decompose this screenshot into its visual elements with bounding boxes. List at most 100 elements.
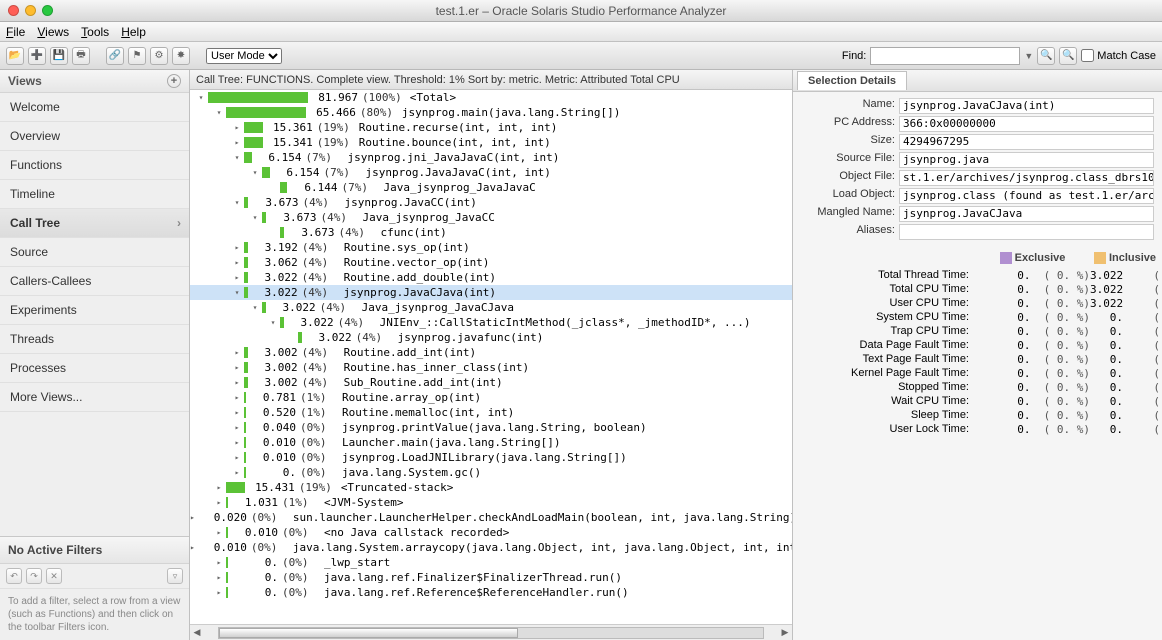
- expand-icon[interactable]: ▸: [232, 378, 242, 388]
- toolbar-gear-icon[interactable]: ⚙: [150, 47, 168, 65]
- call-tree-row[interactable]: ▸3.192(4%)Routine.sys_op(int): [190, 240, 792, 255]
- call-tree-row[interactable]: ▾6.154(7%)jsynprog.JavaJavaC(int, int): [190, 165, 792, 180]
- expand-icon[interactable]: ▸: [214, 528, 224, 538]
- call-tree-row[interactable]: ▸3.022(4%)Routine.add_double(int): [190, 270, 792, 285]
- expand-icon[interactable]: ▸: [232, 243, 242, 253]
- expand-icon[interactable]: ▸: [214, 498, 224, 508]
- expand-icon[interactable]: ▸: [232, 123, 242, 133]
- sidebar-item-more-views-[interactable]: More Views...: [0, 383, 189, 412]
- sidebar-item-welcome[interactable]: Welcome: [0, 93, 189, 122]
- selection-details-tab[interactable]: Selection Details: [797, 71, 907, 90]
- filter-remove-icon[interactable]: ✕: [46, 568, 62, 584]
- call-tree-row[interactable]: ▸0.520(1%)Routine.memalloc(int, int): [190, 405, 792, 420]
- call-tree-row[interactable]: ▸0.(0%)java.lang.ref.Finalizer$Finalizer…: [190, 570, 792, 585]
- close-window-button[interactable]: [8, 5, 19, 16]
- toolbar-link-icon[interactable]: 🔗: [106, 47, 124, 65]
- menu-help[interactable]: Help: [121, 25, 146, 39]
- collapse-icon[interactable]: ▾: [232, 153, 242, 163]
- add-view-icon[interactable]: +: [167, 74, 181, 88]
- find-prev-icon[interactable]: 🔍: [1037, 47, 1055, 65]
- expand-icon[interactable]: ▸: [214, 558, 224, 568]
- mode-select[interactable]: User Mode: [206, 48, 282, 64]
- expand-icon[interactable]: ▸: [214, 483, 224, 493]
- call-tree-row[interactable]: 3.022(4%)jsynprog.javafunc(int): [190, 330, 792, 345]
- expand-icon[interactable]: ▸: [190, 543, 195, 553]
- find-input[interactable]: [870, 47, 1020, 65]
- call-tree-row[interactable]: ▸0.(0%)java.lang.System.gc(): [190, 465, 792, 480]
- toolbar-open-icon[interactable]: 📂: [6, 47, 24, 65]
- expand-icon[interactable]: ▸: [214, 573, 224, 583]
- expand-icon[interactable]: ▸: [190, 513, 195, 523]
- call-tree-row[interactable]: ▸0.010(0%)jsynprog.LoadJNILibrary(java.l…: [190, 450, 792, 465]
- sidebar-item-source[interactable]: Source: [0, 238, 189, 267]
- collapse-icon[interactable]: ▾: [232, 288, 242, 298]
- expand-icon[interactable]: ▸: [232, 408, 242, 418]
- filter-undo-icon[interactable]: ↶: [6, 568, 22, 584]
- call-tree-row[interactable]: 6.144(7%)Java_jsynprog_JavaJavaC: [190, 180, 792, 195]
- toolbar-save-icon[interactable]: 💾: [50, 47, 68, 65]
- call-tree-row[interactable]: ▸0.(0%)java.lang.ref.Reference$Reference…: [190, 585, 792, 600]
- call-tree-row[interactable]: ▸0.010(0%)java.lang.System.arraycopy(jav…: [190, 540, 792, 555]
- filter-redo-icon[interactable]: ↷: [26, 568, 42, 584]
- zoom-window-button[interactable]: [42, 5, 53, 16]
- toolbar-add-icon[interactable]: ➕: [28, 47, 46, 65]
- expand-icon[interactable]: ▸: [232, 258, 242, 268]
- call-tree-row[interactable]: ▾3.022(4%)jsynprog.JavaCJava(int): [190, 285, 792, 300]
- expand-icon[interactable]: ▸: [232, 363, 242, 373]
- call-tree-row[interactable]: ▸15.361(19%)Routine.recurse(int, int, in…: [190, 120, 792, 135]
- match-case-checkbox[interactable]: Match Case: [1081, 49, 1156, 62]
- collapse-icon[interactable]: ▾: [250, 213, 260, 223]
- expand-icon[interactable]: ▸: [232, 273, 242, 283]
- toolbar-settings-icon[interactable]: ✸: [172, 47, 190, 65]
- sidebar-item-callers-callees[interactable]: Callers-Callees: [0, 267, 189, 296]
- collapse-icon[interactable]: ▾: [214, 108, 224, 118]
- sidebar-item-experiments[interactable]: Experiments: [0, 296, 189, 325]
- expand-icon[interactable]: ▸: [232, 468, 242, 478]
- collapse-icon[interactable]: ▾: [268, 318, 278, 328]
- collapse-icon[interactable]: ▾: [250, 168, 260, 178]
- call-tree-row[interactable]: ▸15.431(19%)<Truncated-stack>: [190, 480, 792, 495]
- collapse-icon[interactable]: ▾: [250, 303, 260, 313]
- call-tree-row[interactable]: ▸0.040(0%)jsynprog.printValue(java.lang.…: [190, 420, 792, 435]
- call-tree-row[interactable]: ▸0.781(1%)Routine.array_op(int): [190, 390, 792, 405]
- call-tree-row[interactable]: ▾6.154(7%)jsynprog.jni_JavaJavaC(int, in…: [190, 150, 792, 165]
- call-tree[interactable]: ▾81.967(100%)<Total>▾65.466(80%)jsynprog…: [190, 90, 792, 624]
- expand-icon[interactable]: ▸: [232, 423, 242, 433]
- sidebar-item-functions[interactable]: Functions: [0, 151, 189, 180]
- horizontal-scrollbar[interactable]: ◀▶: [190, 624, 792, 640]
- collapse-icon[interactable]: ▾: [232, 198, 242, 208]
- find-next-icon[interactable]: 🔍: [1059, 47, 1077, 65]
- call-tree-row[interactable]: ▾3.022(4%)JNIEnv_::CallStaticIntMethod(_…: [190, 315, 792, 330]
- toolbar-print-icon[interactable]: 🖶: [72, 47, 90, 65]
- toolbar-filter-icon[interactable]: ⚑: [128, 47, 146, 65]
- expand-icon[interactable]: ▸: [232, 453, 242, 463]
- menu-views[interactable]: Views: [37, 25, 69, 39]
- expand-icon[interactable]: ▸: [232, 348, 242, 358]
- sidebar-item-call-tree[interactable]: Call Tree: [0, 209, 189, 238]
- call-tree-row[interactable]: ▸3.002(4%)Routine.add_int(int): [190, 345, 792, 360]
- call-tree-row[interactable]: ▾81.967(100%)<Total>: [190, 90, 792, 105]
- call-tree-row[interactable]: ▸0.020(0%)sun.launcher.LauncherHelper.ch…: [190, 510, 792, 525]
- menu-file[interactable]: File: [6, 25, 25, 39]
- call-tree-row[interactable]: ▸3.062(4%)Routine.vector_op(int): [190, 255, 792, 270]
- call-tree-row[interactable]: ▸0.010(0%)Launcher.main(java.lang.String…: [190, 435, 792, 450]
- call-tree-row[interactable]: ▾65.466(80%)jsynprog.main(java.lang.Stri…: [190, 105, 792, 120]
- call-tree-row[interactable]: ▸3.002(4%)Routine.has_inner_class(int): [190, 360, 792, 375]
- expand-icon[interactable]: ▸: [232, 393, 242, 403]
- expand-icon[interactable]: ▸: [232, 438, 242, 448]
- sidebar-item-timeline[interactable]: Timeline: [0, 180, 189, 209]
- call-tree-row[interactable]: ▸15.341(19%)Routine.bounce(int, int, int…: [190, 135, 792, 150]
- call-tree-row[interactable]: ▾3.673(4%)Java_jsynprog_JavaCC: [190, 210, 792, 225]
- collapse-icon[interactable]: ▾: [196, 93, 206, 103]
- sidebar-item-threads[interactable]: Threads: [0, 325, 189, 354]
- call-tree-row[interactable]: ▸1.031(1%)<JVM-System>: [190, 495, 792, 510]
- minimize-window-button[interactable]: [25, 5, 36, 16]
- menu-tools[interactable]: Tools: [81, 25, 109, 39]
- call-tree-row[interactable]: ▾3.022(4%)Java_jsynprog_JavaCJava: [190, 300, 792, 315]
- expand-icon[interactable]: ▸: [214, 588, 224, 598]
- sidebar-item-processes[interactable]: Processes: [0, 354, 189, 383]
- filter-funnel-icon[interactable]: ▿: [167, 568, 183, 584]
- call-tree-row[interactable]: ▸0.(0%)_lwp_start: [190, 555, 792, 570]
- call-tree-row[interactable]: 3.673(4%)cfunc(int): [190, 225, 792, 240]
- expand-icon[interactable]: ▸: [232, 138, 242, 148]
